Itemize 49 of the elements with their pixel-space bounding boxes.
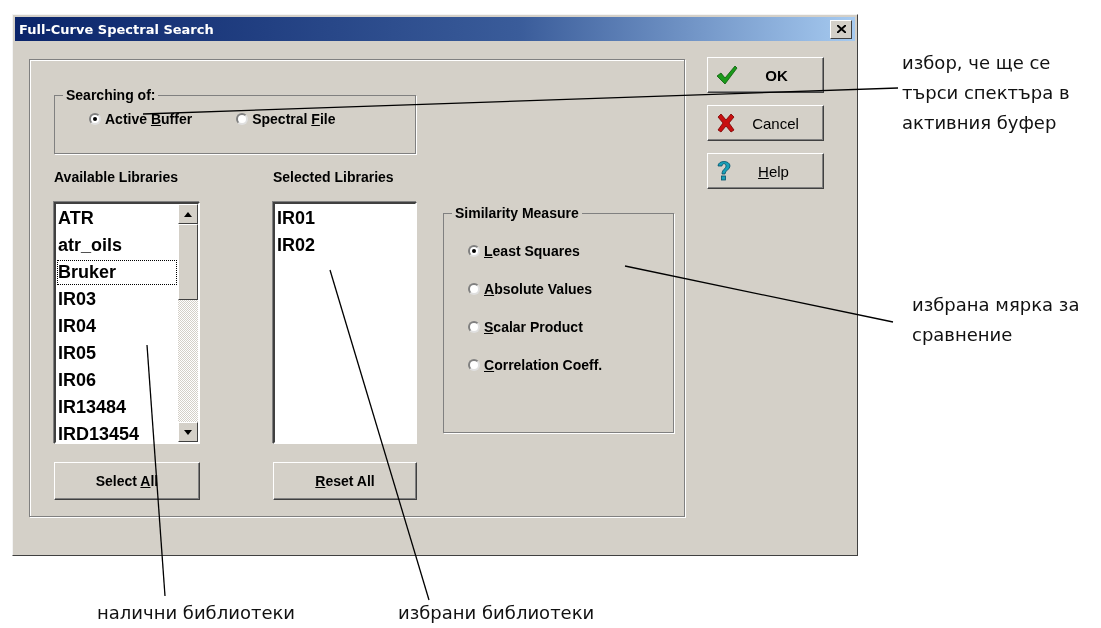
annotation-text: налични библиотеки bbox=[97, 601, 296, 625]
reset-all-button[interactable]: Reset All bbox=[273, 462, 417, 500]
scrollbar[interactable] bbox=[178, 204, 198, 442]
radio-button[interactable] bbox=[468, 245, 480, 257]
list-item[interactable]: IR01 bbox=[275, 205, 415, 232]
annotation-text: избрана мярка за сравнение bbox=[912, 293, 1080, 347]
cancel-button[interactable]: Cancel bbox=[707, 105, 824, 141]
window-title: Full-Curve Spectral Search bbox=[19, 21, 214, 37]
radio-option[interactable]: Scalar Product bbox=[468, 319, 661, 335]
radio-option[interactable]: Correlation Coeff. bbox=[468, 357, 661, 373]
list-item[interactable]: IR06 bbox=[56, 367, 178, 394]
list-item[interactable]: IR04 bbox=[56, 313, 178, 340]
list-item[interactable]: IR05 bbox=[56, 340, 178, 367]
radio-button[interactable] bbox=[89, 113, 101, 125]
list-label: Selected Libraries bbox=[273, 168, 395, 187]
radio-button[interactable] bbox=[468, 321, 480, 333]
group-label: Searching of: bbox=[65, 87, 157, 103]
scroll-up-button[interactable] bbox=[178, 204, 198, 224]
list-item[interactable]: Bruker bbox=[56, 259, 178, 286]
ok-button[interactable]: OK bbox=[707, 57, 824, 93]
radio-button[interactable] bbox=[236, 113, 249, 125]
radio-option[interactable]: Spectral File bbox=[236, 111, 336, 127]
up-arrow-icon bbox=[184, 211, 192, 217]
list-item[interactable]: IR02 bbox=[275, 232, 415, 259]
list-item[interactable]: ATR bbox=[56, 205, 178, 232]
help-button[interactable]: Help bbox=[707, 153, 824, 189]
radio-option[interactable]: Active Buffer bbox=[89, 111, 193, 127]
down-arrow-icon bbox=[184, 429, 192, 435]
radio-button[interactable] bbox=[468, 359, 480, 371]
question-mark-icon bbox=[716, 160, 732, 182]
library-list[interactable]: ATR atr_oils Bruker IR03 IR04 IR05 IR06 IR13484 IRD13454 bbox=[54, 202, 200, 444]
annotation-text: избрани библиотеки bbox=[398, 601, 595, 625]
group-label: Similarity Measure bbox=[454, 205, 580, 221]
list-item[interactable]: IRD13454 bbox=[56, 421, 178, 442]
annotation-text: избор, че ще се търси спектъра в активния буфер bbox=[902, 51, 1070, 135]
list-item[interactable]: IR13484 bbox=[56, 394, 178, 421]
radio-option[interactable]: Least Squares bbox=[468, 243, 661, 259]
scroll-thumb[interactable] bbox=[178, 224, 198, 300]
radio-button[interactable] bbox=[468, 283, 480, 295]
check-icon bbox=[716, 65, 738, 85]
close-icon bbox=[836, 25, 846, 33]
radio-option[interactable]: Absolute Values bbox=[468, 281, 661, 297]
list-label: Available Libraries bbox=[54, 168, 179, 187]
scroll-down-button[interactable] bbox=[178, 422, 198, 442]
list-item[interactable]: IR03 bbox=[56, 286, 178, 313]
list-item[interactable]: atr_oils bbox=[56, 232, 178, 259]
library-list[interactable]: IR01 IR02 bbox=[273, 202, 417, 444]
cross-icon bbox=[716, 113, 736, 133]
close-button[interactable] bbox=[830, 19, 852, 39]
